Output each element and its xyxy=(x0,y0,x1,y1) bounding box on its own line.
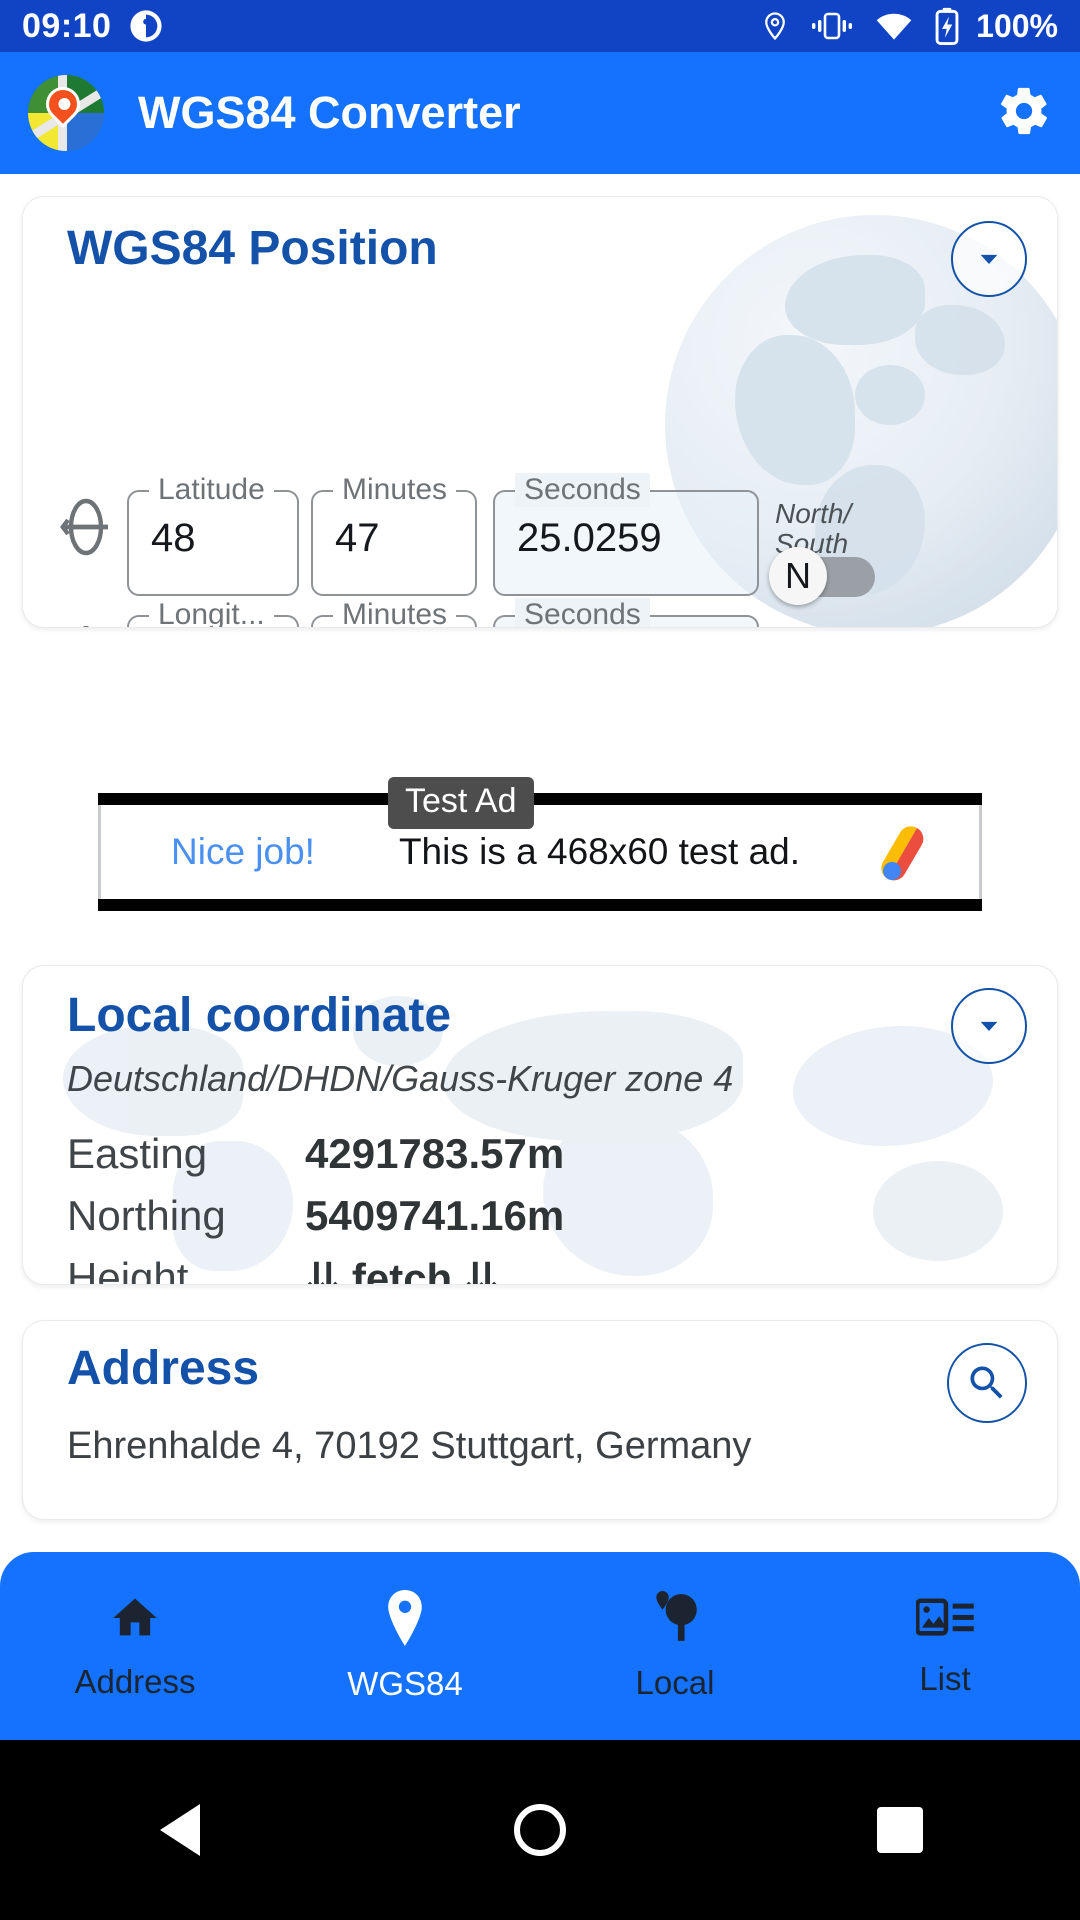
status-clock: 09:10 xyxy=(22,6,112,45)
status-badge: Test Ad xyxy=(388,777,534,829)
tree-pin-icon xyxy=(648,1590,702,1650)
notification-dot-icon xyxy=(129,9,163,43)
longitude-degrees-field[interactable]: Longit... 9 xyxy=(127,598,299,627)
nav-item-wgs84-label: WGS84 xyxy=(347,1664,463,1702)
latitude-degrees-field[interactable]: Latitude 48 xyxy=(127,473,299,596)
page-title: WGS84 Converter xyxy=(138,87,521,138)
ad-content[interactable]: Nice job! This is a 468x60 test ad. xyxy=(98,805,982,899)
height-label: Height xyxy=(67,1254,189,1285)
latitude-minutes-label: Minutes xyxy=(333,473,457,507)
easting-row: Easting 4291783.57m xyxy=(67,1130,767,1192)
wifi-icon xyxy=(874,10,914,42)
battery-percent-label: 100% xyxy=(976,7,1058,44)
nav-item-list[interactable]: List xyxy=(810,1595,1080,1698)
ad-top-border xyxy=(98,793,982,805)
nav-item-list-label: List xyxy=(919,1659,971,1697)
longitude-axis-icon xyxy=(55,622,117,627)
wgs84-card-title: WGS84 Position xyxy=(67,222,438,275)
local-coordinate-card: Local coordinate Deutschland/DHDN/Gauss-… xyxy=(22,965,1058,1285)
address-value: Ehrenhalde 4, 70192 Stuttgart, Germany xyxy=(67,1425,752,1467)
east-west-label: East/West xyxy=(771,626,898,627)
ad-cta-link[interactable]: Nice job! xyxy=(171,831,315,873)
home-circle-icon[interactable] xyxy=(360,1804,720,1856)
location-pin-icon xyxy=(382,1589,428,1651)
longitude-seconds-label: Seconds xyxy=(515,598,650,627)
height-row[interactable]: Height ⇊ fetch ⇊ xyxy=(67,1254,767,1285)
latitude-degrees-value: 48 xyxy=(151,516,196,560)
ad-body-text: This is a 468x60 test ad. xyxy=(398,831,801,872)
latitude-minutes-field[interactable]: Minutes 47 xyxy=(311,473,477,596)
local-crs-subtitle: Deutschland/DHDN/Gauss-Kruger zone 4 xyxy=(67,1058,734,1099)
nav-item-local-label: Local xyxy=(635,1663,715,1701)
latitude-seconds-label: Seconds xyxy=(515,473,650,507)
longitude-minutes-label: Minutes xyxy=(333,598,457,627)
ad-bottom-border xyxy=(98,899,982,911)
local-card-title: Local coordinate xyxy=(67,989,452,1042)
longitude-seconds-field[interactable]: Seconds 52.8985 xyxy=(493,598,759,627)
latitude-seconds-value: 25.0259 xyxy=(517,516,662,560)
nav-item-address[interactable]: Address xyxy=(0,1592,270,1701)
android-navigation-bar xyxy=(0,1740,1080,1920)
longitude-minutes-field[interactable]: Minutes 9 xyxy=(311,598,477,627)
list-image-icon xyxy=(914,1595,974,1646)
search-icon[interactable] xyxy=(947,1343,1027,1423)
status-bar: 09:10 100% xyxy=(0,0,1080,52)
battery-charging-icon xyxy=(934,7,960,45)
nav-item-address-label: Address xyxy=(74,1662,196,1700)
latitude-seconds-field[interactable]: Seconds 25.0259 xyxy=(493,473,759,596)
address-card-title: Address xyxy=(67,1342,260,1395)
address-card: Address Ehrenhalde 4, 70192 Stuttgart, G… xyxy=(22,1320,1058,1520)
nav-item-wgs84[interactable]: WGS84 xyxy=(270,1589,540,1703)
northing-row: Northing 5409741.16m xyxy=(67,1192,767,1254)
vibrate-icon xyxy=(810,9,854,43)
bottom-navigation-bar: Address WGS84 Local List xyxy=(0,1552,1080,1740)
chevron-down-icon[interactable] xyxy=(951,988,1027,1064)
chevron-down-icon[interactable] xyxy=(951,221,1027,297)
ad-banner[interactable]: Nice job! This is a 468x60 test ad. Test… xyxy=(98,777,982,911)
easting-label: Easting xyxy=(67,1130,208,1177)
latitude-degrees-label: Latitude xyxy=(149,473,274,507)
northing-value: 5409741.16m xyxy=(305,1192,565,1239)
easting-value: 4291783.57m xyxy=(305,1130,565,1177)
back-triangle-icon[interactable] xyxy=(0,1804,360,1856)
height-fetch-value[interactable]: ⇊ fetch ⇊ xyxy=(305,1254,499,1284)
north-south-toggle[interactable]: N xyxy=(769,547,877,605)
map-pin-logo-icon xyxy=(28,75,104,151)
gear-icon[interactable] xyxy=(996,83,1052,144)
app-bar: WGS84 Converter xyxy=(0,52,1080,174)
longitude-degrees-label: Longit... xyxy=(149,598,274,627)
home-icon xyxy=(109,1592,161,1649)
app-screen: 09:10 100% WGS84 Converter WGS84 Positio… xyxy=(0,0,1080,1920)
wgs84-position-card: WGS84 Position Latitude 48 Minutes 47 Se… xyxy=(22,196,1058,628)
nav-item-local[interactable]: Local xyxy=(540,1590,810,1702)
latitude-minutes-value: 47 xyxy=(335,516,380,560)
recents-square-icon[interactable] xyxy=(720,1807,1080,1853)
north-south-toggle-value: N xyxy=(769,547,827,605)
latitude-axis-icon xyxy=(55,497,117,557)
google-ads-icon xyxy=(871,819,937,885)
location-icon xyxy=(760,8,790,44)
northing-label: Northing xyxy=(67,1192,226,1239)
